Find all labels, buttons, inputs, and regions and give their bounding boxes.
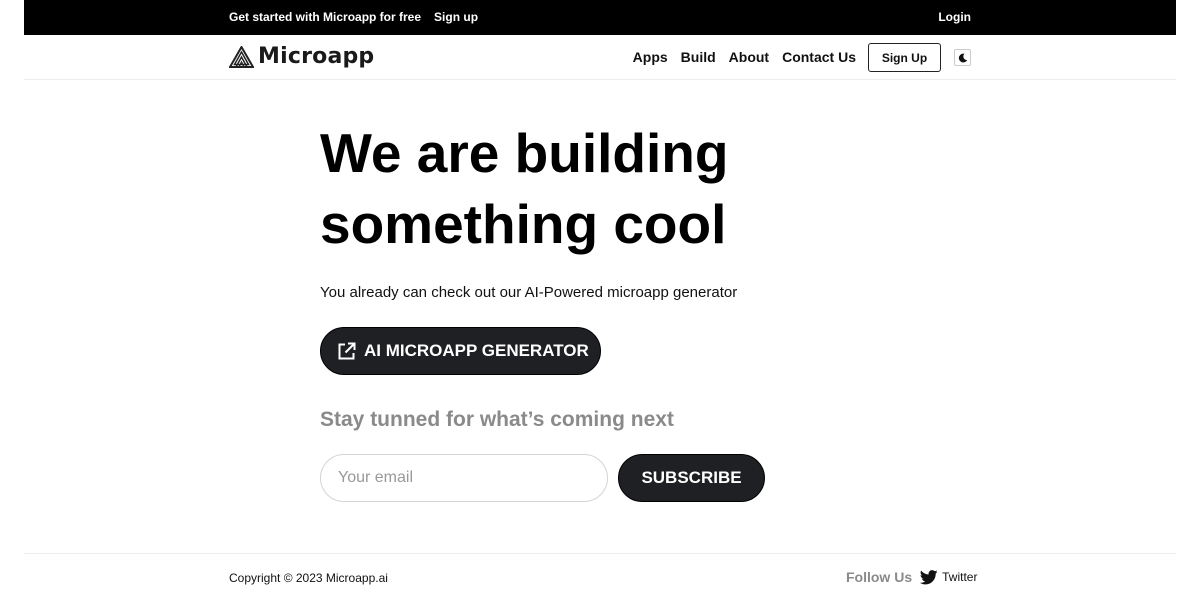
top-announcement-bar: Get started with Microapp for free Sign … — [24, 0, 1176, 35]
footer: Copyright © 2023 Microapp.ai Follow Us T… — [24, 553, 1176, 600]
twitter-label: Twitter — [942, 570, 978, 584]
newsletter-heading: Stay tunned for what’s coming next — [320, 408, 674, 431]
nav-item-apps[interactable]: Apps — [633, 49, 668, 65]
primary-nav: Apps Build About Contact Us — [633, 49, 856, 65]
promo-message: Get started with Microapp for free Sign … — [229, 10, 478, 24]
hero-title: We are building something cool — [320, 118, 880, 260]
hero-title-line-2: something cool — [320, 193, 727, 255]
ai-generator-label: AI MICROAPP GENERATOR — [364, 341, 589, 360]
nav-item-build[interactable]: Build — [681, 49, 716, 65]
nav-item-contact-us[interactable]: Contact Us — [782, 49, 856, 65]
copyright-text: Copyright © 2023 Microapp.ai — [229, 571, 388, 585]
email-input[interactable] — [320, 454, 608, 502]
moon-icon — [958, 53, 967, 62]
topbar-signup-link[interactable]: Sign up — [434, 10, 478, 24]
brand-name: Microapp — [258, 44, 375, 69]
main-navbar: Microapp Apps Build About Contact Us Sig… — [24, 35, 1176, 80]
theme-toggle-button[interactable] — [954, 49, 971, 66]
login-link[interactable]: Login — [938, 10, 971, 24]
nav-signup-button[interactable]: Sign Up — [868, 43, 941, 72]
brand-logo[interactable]: Microapp — [229, 44, 374, 69]
triangle-logo-icon — [229, 45, 254, 68]
follow-us-label: Follow Us — [846, 569, 913, 585]
subscribe-button[interactable]: SUBSCRIBE — [618, 454, 765, 502]
external-link-icon — [338, 342, 356, 359]
nav-item-about[interactable]: About — [729, 49, 769, 65]
twitter-bird-icon — [920, 569, 938, 584]
follow-us: Follow Us Twitter — [846, 569, 977, 585]
twitter-link[interactable]: Twitter — [920, 569, 978, 585]
promo-text: Get started with Microapp for free — [229, 10, 422, 24]
hero-subtitle: You already can check out our AI-Powered… — [320, 284, 738, 301]
ai-microapp-generator-button[interactable]: AI MICROAPP GENERATOR — [320, 327, 601, 375]
hero-title-line-1: We are building — [320, 122, 729, 184]
